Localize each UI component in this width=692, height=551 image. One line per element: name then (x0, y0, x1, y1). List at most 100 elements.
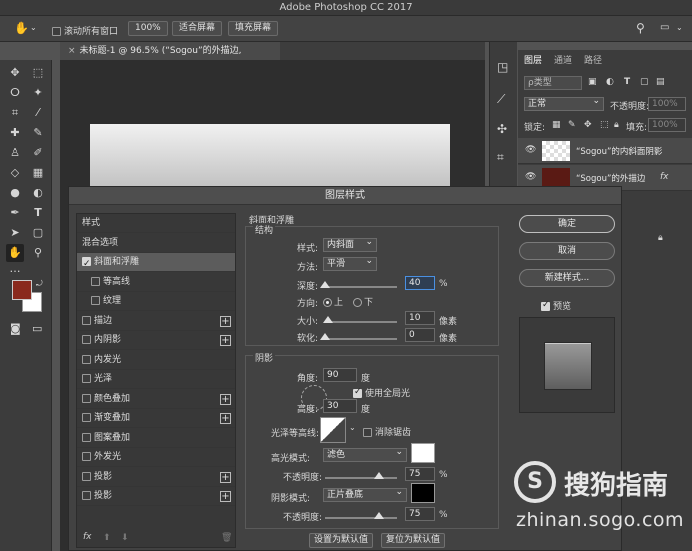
style-checkbox[interactable] (91, 296, 100, 305)
style-checkbox[interactable] (82, 393, 91, 403)
soften-slider[interactable] (320, 333, 397, 340)
zoom-100-button[interactable]: 100% (128, 21, 168, 36)
chevron-down-icon[interactable]: ⌄ (676, 23, 683, 32)
foreground-color-swatch[interactable] (12, 280, 32, 300)
gloss-contour-picker[interactable] (320, 417, 346, 443)
add-effect-icon[interactable]: + (220, 491, 231, 502)
shadow-opacity-knob[interactable] (374, 512, 384, 519)
reset-default-button[interactable]: 复位为默认值 (381, 533, 445, 548)
style-checkbox[interactable] (82, 471, 91, 481)
layer-fx-badge[interactable]: fx (660, 172, 669, 182)
technique-select[interactable]: 平滑 (323, 255, 377, 271)
move-up-icon[interactable]: ⬆ (103, 533, 111, 543)
style-list-item[interactable]: 纹理 (77, 292, 235, 311)
global-light-checkbox[interactable]: 使用全局光 (353, 386, 410, 399)
style-list-item[interactable]: 外发光 (77, 448, 235, 467)
crop-tool-icon[interactable]: ⌗ (6, 104, 24, 122)
history-brush-tool-icon[interactable]: ✐ (29, 144, 47, 162)
fill-field[interactable]: 100% (648, 118, 686, 132)
fill-screen-button[interactable]: 填充屏幕 (228, 21, 279, 36)
path-selection-tool-icon[interactable]: ➤ (6, 224, 24, 242)
add-effect-icon[interactable]: + (220, 335, 231, 346)
size-slider-knob[interactable] (323, 316, 333, 323)
shadow-opacity-slider[interactable] (325, 512, 397, 519)
crop-panel-icon[interactable]: ⌗ (497, 150, 504, 165)
lasso-tool-icon[interactable]: ⵔ (6, 84, 24, 102)
style-checkbox[interactable] (82, 374, 91, 383)
depth-slider[interactable] (320, 281, 397, 288)
cancel-button[interactable]: 取消 (519, 242, 615, 260)
style-list-item[interactable]: 斜面和浮雕 (77, 253, 235, 274)
bevel-style-select[interactable]: 内斜面 (323, 236, 377, 252)
eye-icon[interactable]: 👁︎ (525, 172, 536, 182)
soften-slider-knob[interactable] (320, 333, 330, 340)
workspace-icon[interactable]: ▭ (660, 22, 669, 33)
add-effect-icon[interactable]: + (220, 471, 231, 483)
tab-layers[interactable]: 图层 (524, 53, 542, 66)
soften-field[interactable]: 0 (405, 328, 435, 342)
chevron-down-icon[interactable]: ⌄ (349, 423, 356, 432)
eyedropper-tool-icon[interactable]: ⁄ (29, 104, 47, 122)
filter-adjust-icon[interactable]: ◐ (606, 77, 614, 87)
style-list-item[interactable]: 等高线 (77, 273, 235, 292)
lock-artboard-icon[interactable]: ⬚ (600, 120, 609, 130)
filter-type-icon[interactable]: T (624, 77, 630, 87)
puzzle-panel-icon[interactable]: ✣ (497, 122, 507, 136)
style-list-item[interactable]: 描边 + (77, 312, 235, 331)
document-tab[interactable]: ×未标题-1 @ 96.5% (“Sogou”的外描边, RGB/8*) * (60, 42, 280, 74)
fit-screen-button[interactable]: 适合屏幕 (172, 21, 223, 36)
adjustments-panel-icon[interactable]: ⟋ (497, 92, 505, 107)
highlight-opacity-field[interactable]: 75 (405, 467, 435, 481)
pen-tool-icon[interactable]: ✒ (6, 204, 24, 222)
style-checkbox[interactable] (82, 452, 91, 461)
style-list-item[interactable]: 投影 + (77, 487, 235, 506)
move-tool-icon[interactable]: ✥ (6, 64, 24, 82)
style-list-item[interactable]: 颜色叠加 + (77, 390, 235, 409)
style-list-item[interactable]: 渐变叠加 + (77, 409, 235, 428)
depth-slider-knob[interactable] (320, 281, 330, 288)
shadow-color-swatch[interactable] (411, 483, 435, 503)
shadow-mode-select[interactable]: 正片叠底 (323, 486, 407, 502)
tab-channels[interactable]: 通道 (554, 53, 572, 66)
clone-stamp-tool-icon[interactable]: ♙ (6, 144, 24, 162)
magic-wand-tool-icon[interactable]: ✦ (29, 84, 47, 102)
style-checkbox[interactable] (82, 413, 91, 422)
gradient-tool-icon[interactable]: ▦ (29, 164, 47, 182)
eraser-tool-icon[interactable]: ◇ (6, 164, 24, 182)
lock-brush-icon[interactable]: ✎ (568, 120, 576, 130)
direction-down-radio[interactable]: 下 (353, 295, 373, 308)
highlight-color-swatch[interactable] (411, 443, 435, 463)
size-field[interactable]: 10 (405, 311, 435, 325)
hand-tool-icon[interactable]: ✋ (14, 21, 29, 35)
style-list-item[interactable]: 内发光 (77, 351, 235, 370)
highlight-mode-select[interactable]: 滤色 (323, 446, 407, 462)
chevron-down-icon[interactable]: ⌄ (30, 23, 37, 32)
screen-mode-icon[interactable]: ▭ (32, 322, 42, 335)
add-effect-icon[interactable]: + (220, 393, 231, 405)
lock-move-icon[interactable]: ✥ (584, 120, 592, 130)
quick-mask-icon[interactable]: ◙ (10, 322, 21, 335)
opacity-field[interactable]: 100% (648, 97, 686, 111)
healing-brush-tool-icon[interactable]: ✚ (6, 124, 24, 142)
swap-colors-icon[interactable]: ⤾ (36, 279, 43, 289)
preview-checkbox[interactable]: 预览 (541, 299, 571, 312)
lock-all-icon[interactable]: 🔒︎ (614, 120, 619, 130)
eye-icon[interactable]: 👁︎ (525, 145, 536, 155)
style-list-item[interactable]: 光泽 (77, 370, 235, 389)
layer-row[interactable]: 👁︎ “Sogou”的内斜面阴影 (518, 138, 692, 164)
style-list-item[interactable]: 样式 (77, 214, 235, 233)
layer-filter[interactable]: ρ类型 (524, 76, 582, 90)
style-checkbox[interactable] (82, 354, 91, 364)
info-panel-icon[interactable]: ◳ (497, 60, 508, 74)
filter-pixel-icon[interactable]: ▣ (588, 77, 597, 87)
shape-tool-icon[interactable]: ▢ (29, 224, 47, 242)
lock-pixels-icon[interactable]: ▦ (552, 120, 561, 130)
style-list-item[interactable]: 混合选项 (77, 234, 235, 253)
style-checkbox[interactable] (82, 255, 91, 274)
make-default-button[interactable]: 设置为默认值 (309, 533, 373, 548)
more-tools-icon[interactable]: … (6, 260, 24, 278)
depth-field[interactable]: 40 (405, 276, 435, 290)
search-icon[interactable]: ⚲ (636, 21, 645, 35)
style-list-item[interactable]: 投影 + (77, 468, 235, 487)
brush-tool-icon[interactable]: ✎ (29, 124, 47, 142)
